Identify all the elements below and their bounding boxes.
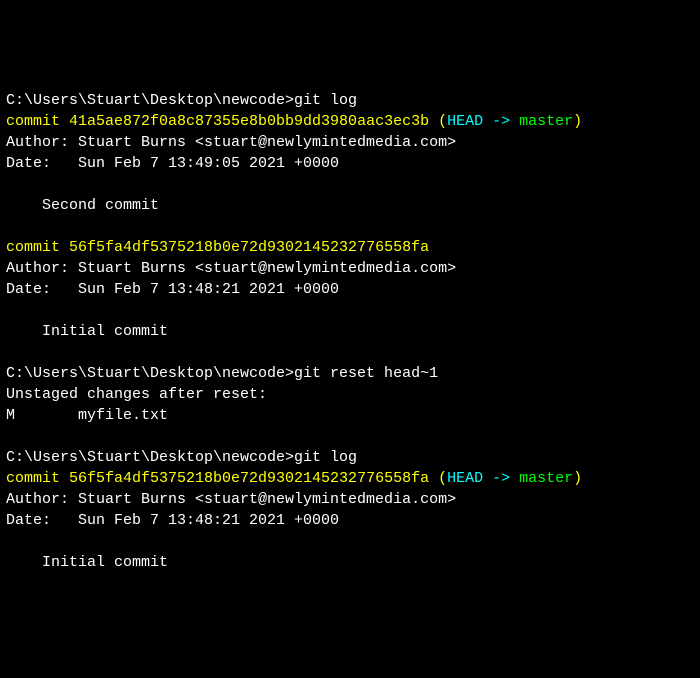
blank-line — [6, 174, 694, 195]
ref-open: ( — [429, 470, 447, 487]
commit-line: commit 56f5fa4df5375218b0e72d93021452327… — [6, 468, 694, 489]
commit-hash: 56f5fa4df5375218b0e72d9302145232776558fa — [69, 239, 429, 256]
prompt-path: C:\Users\Stuart\Desktop\newcode> — [6, 365, 294, 382]
terminal-output[interactable]: C:\Users\Stuart\Desktop\newcode>git logc… — [6, 90, 694, 573]
commit-message: Initial commit — [6, 552, 694, 573]
commit-label: commit — [6, 239, 69, 256]
blank-line — [6, 300, 694, 321]
ref-head: HEAD -> — [447, 470, 519, 487]
blank-line — [6, 531, 694, 552]
command-text: git reset head~1 — [294, 365, 438, 382]
commit-line: commit 41a5ae872f0a8c87355e8b0bb9dd3980a… — [6, 111, 694, 132]
prompt-path: C:\Users\Stuart\Desktop\newcode> — [6, 449, 294, 466]
commit-line: commit 56f5fa4df5375218b0e72d93021452327… — [6, 237, 694, 258]
ref-branch: master — [519, 113, 573, 130]
blank-line — [6, 426, 694, 447]
prompt-path: C:\Users\Stuart\Desktop\newcode> — [6, 92, 294, 109]
command-text: git log — [294, 92, 357, 109]
prompt-line: C:\Users\Stuart\Desktop\newcode>git log — [6, 90, 694, 111]
ref-close: ) — [573, 113, 582, 130]
commit-hash: 41a5ae872f0a8c87355e8b0bb9dd3980aac3ec3b — [69, 113, 429, 130]
prompt-line: C:\Users\Stuart\Desktop\newcode>git rese… — [6, 363, 694, 384]
ref-branch: master — [519, 470, 573, 487]
ref-close: ) — [573, 470, 582, 487]
reset-output: Unstaged changes after reset: — [6, 384, 694, 405]
reset-file: M myfile.txt — [6, 405, 694, 426]
date-line: Date: Sun Feb 7 13:48:21 2021 +0000 — [6, 279, 694, 300]
blank-line — [6, 216, 694, 237]
blank-line — [6, 342, 694, 363]
ref-head: HEAD -> — [447, 113, 519, 130]
prompt-line: C:\Users\Stuart\Desktop\newcode>git log — [6, 447, 694, 468]
author-line: Author: Stuart Burns <stuart@newlyminted… — [6, 132, 694, 153]
command-text: git log — [294, 449, 357, 466]
commit-hash: 56f5fa4df5375218b0e72d9302145232776558fa — [69, 470, 429, 487]
commit-label: commit — [6, 470, 69, 487]
ref-open: ( — [429, 113, 447, 130]
author-line: Author: Stuart Burns <stuart@newlyminted… — [6, 258, 694, 279]
date-line: Date: Sun Feb 7 13:49:05 2021 +0000 — [6, 153, 694, 174]
date-line: Date: Sun Feb 7 13:48:21 2021 +0000 — [6, 510, 694, 531]
commit-label: commit — [6, 113, 69, 130]
author-line: Author: Stuart Burns <stuart@newlyminted… — [6, 489, 694, 510]
commit-message: Initial commit — [6, 321, 694, 342]
commit-message: Second commit — [6, 195, 694, 216]
